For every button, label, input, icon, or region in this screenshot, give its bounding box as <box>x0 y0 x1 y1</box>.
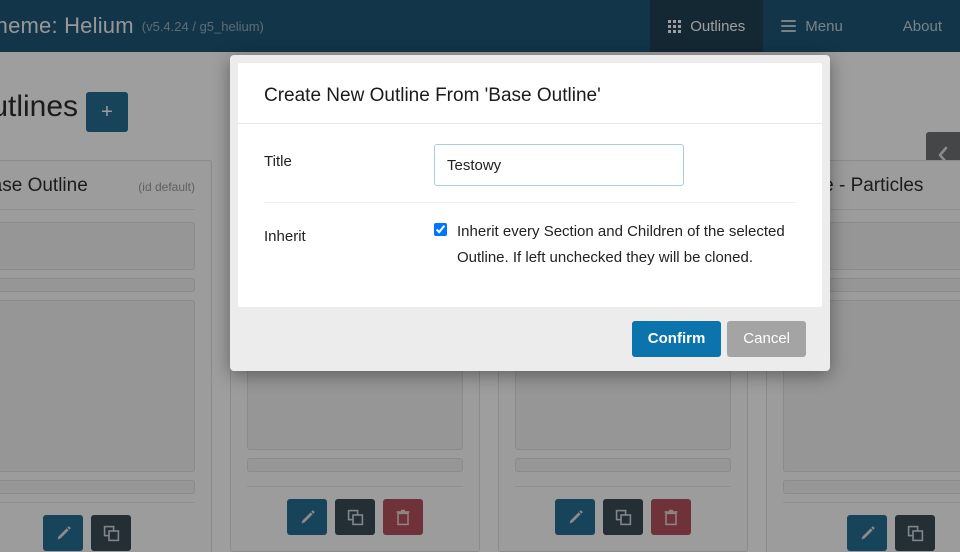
app-window: Theme: Helium (v5.4.24 / g5_helium) Outl… <box>0 0 960 552</box>
inherit-description: Inherit every Section and Children of th… <box>457 223 785 266</box>
form-row-title: Title <box>264 128 796 202</box>
title-field-control <box>434 144 796 186</box>
inherit-field-label: Inherit <box>264 228 306 245</box>
inherit-field-control: Inherit every Section and Children of th… <box>434 219 796 271</box>
modal-title: Create New Outline From 'Base Outline' <box>238 63 822 124</box>
create-outline-modal: Create New Outline From 'Base Outline' T… <box>230 55 830 371</box>
title-input[interactable] <box>434 144 684 186</box>
title-field-label: Title <box>264 153 292 170</box>
inherit-checkbox[interactable] <box>434 223 447 236</box>
modal-footer: Confirm Cancel <box>238 306 822 371</box>
inherit-checkbox-row[interactable]: Inherit every Section and Children of th… <box>434 219 796 271</box>
modal-panel: Create New Outline From 'Base Outline' T… <box>238 63 822 307</box>
form-row-inherit: Inherit Inherit every Section and Childr… <box>264 202 796 287</box>
confirm-button[interactable]: Confirm <box>631 320 722 357</box>
cancel-button[interactable]: Cancel <box>727 320 806 357</box>
modal-body: Title Inherit Inherit every Section and … <box>238 124 822 307</box>
